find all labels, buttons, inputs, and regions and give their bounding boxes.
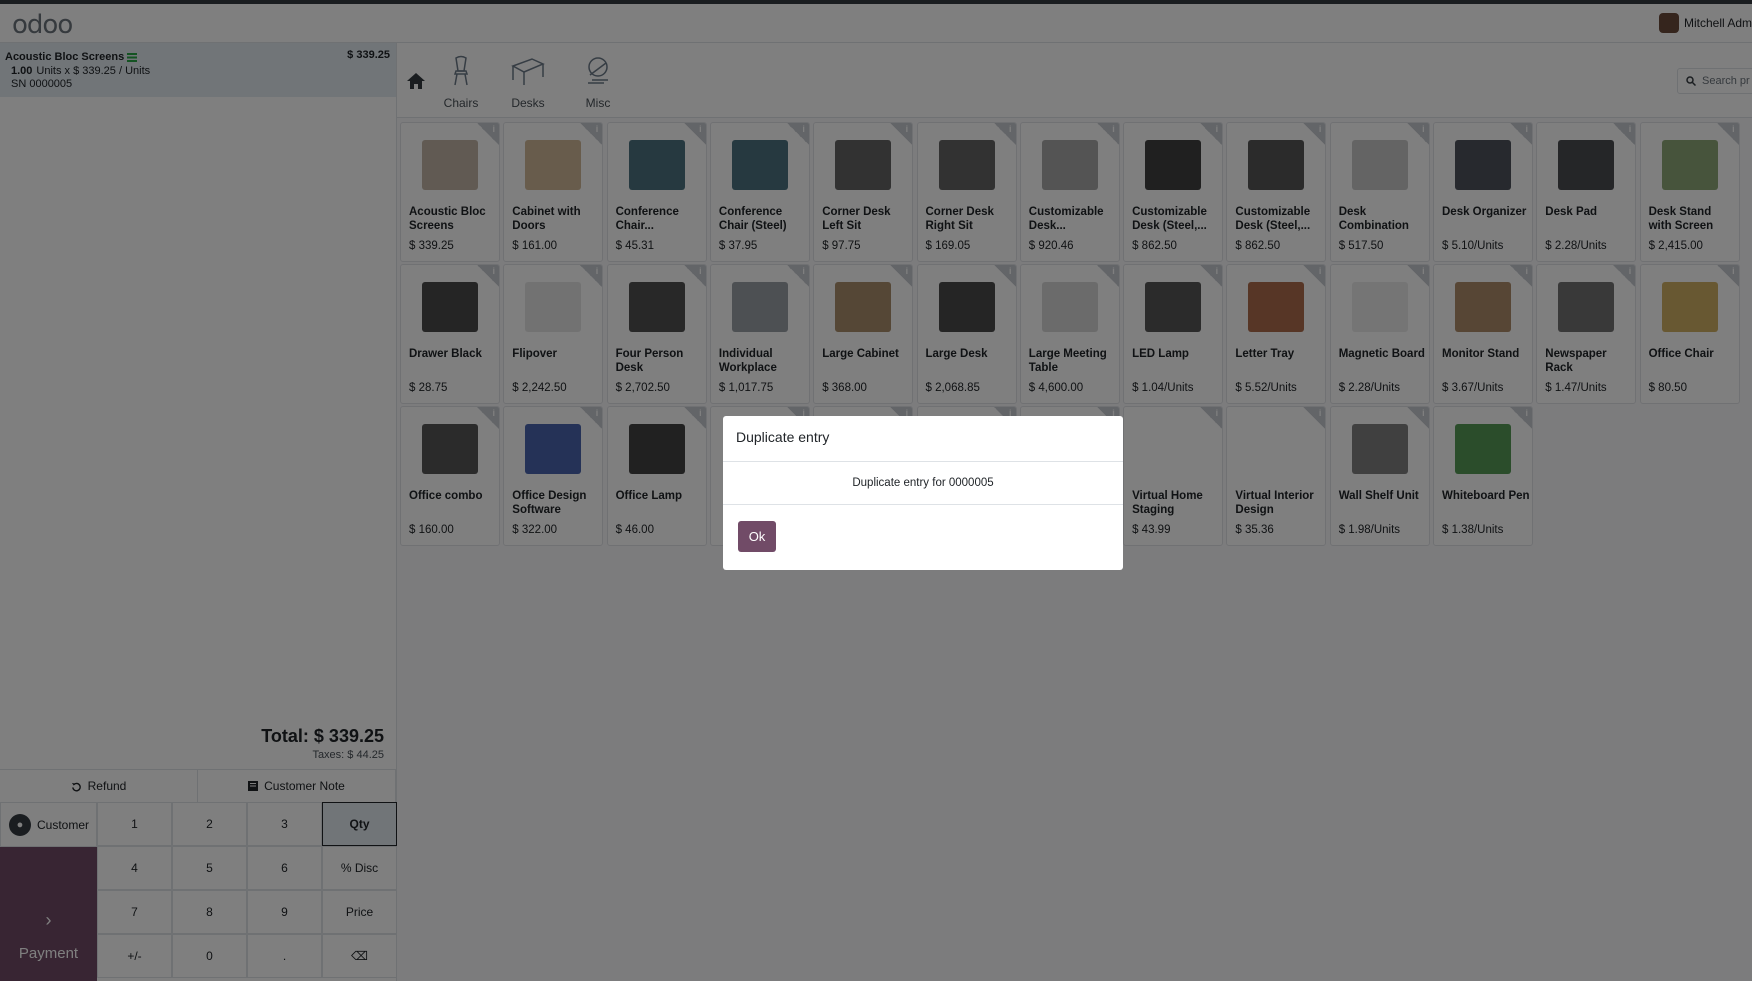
- duplicate-entry-dialog: Duplicate entry Duplicate entry for 0000…: [723, 416, 1123, 570]
- ok-button[interactable]: Ok: [738, 521, 776, 552]
- dialog-title: Duplicate entry: [723, 416, 1123, 462]
- dialog-message: Duplicate entry for 0000005: [723, 462, 1123, 505]
